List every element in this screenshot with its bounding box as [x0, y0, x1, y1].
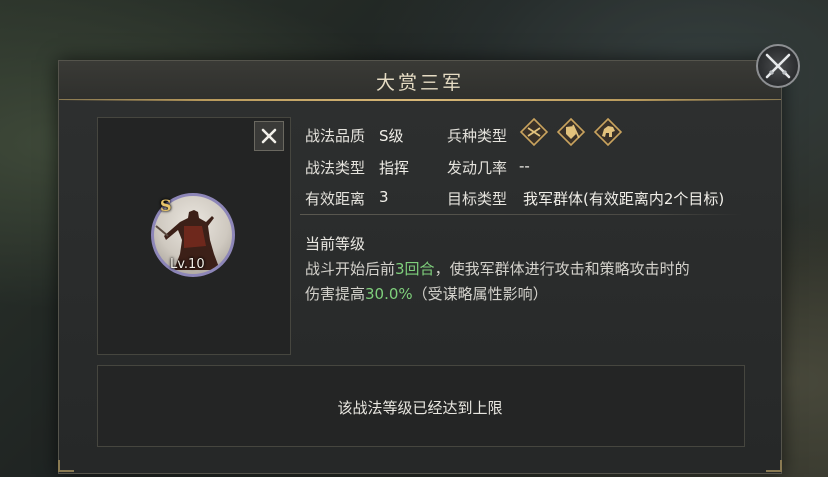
close-dialog-button[interactable]	[756, 44, 800, 88]
max-level-message: 该战法等级已经达到上限	[337, 399, 503, 417]
skill-level-badge: Lv.10	[170, 257, 205, 272]
unequip-close-button[interactable]	[254, 121, 284, 151]
range-label: 有效距离	[305, 190, 366, 208]
infantry-shield-icon	[556, 117, 586, 147]
quality-label: 战法品质	[305, 127, 366, 145]
effect-rounds-highlight: 3回合	[395, 260, 435, 278]
effect-description-line2: 伤害提高30.0%（受谋略属性影响）	[305, 283, 548, 304]
close-icon	[261, 128, 277, 144]
archer-horse-icon	[593, 117, 623, 147]
title-divider	[59, 99, 781, 101]
trigger-label: 发动几率	[447, 159, 508, 177]
trigger-value: --	[519, 157, 530, 175]
crossed-swords-icon	[765, 53, 791, 79]
quality-value: S级	[379, 127, 404, 145]
corner-ornament	[58, 460, 74, 472]
skill-grade-badge: S	[160, 196, 172, 215]
dialog-title-bar: 大赏三军	[59, 61, 781, 100]
target-value: 我军群体(有效距离内2个目标)	[523, 190, 725, 208]
type-value: 指挥	[379, 159, 410, 177]
unit-type-label: 兵种类型	[447, 127, 508, 145]
corner-ornament	[766, 460, 782, 472]
range-value: 3	[379, 188, 389, 206]
effect-text: ，使我军群体进行攻击和策略攻击时的	[434, 260, 690, 278]
section-divider	[300, 214, 742, 215]
cavalry-shield-icon	[519, 117, 549, 147]
type-label: 战法类型	[305, 159, 366, 177]
dialog-title: 大赏三军	[375, 72, 464, 94]
effect-text: （受谋略属性影响）	[412, 285, 548, 303]
effect-text: 战斗开始后前	[305, 260, 396, 278]
effect-text: 伤害提高	[305, 285, 366, 303]
current-level-title: 当前等级	[305, 235, 366, 253]
target-label: 目标类型	[447, 190, 508, 208]
effect-percent-highlight: 30.0%	[365, 285, 413, 303]
effect-description-line1: 战斗开始后前3回合，使我军群体进行攻击和策略攻击时的	[305, 258, 690, 279]
